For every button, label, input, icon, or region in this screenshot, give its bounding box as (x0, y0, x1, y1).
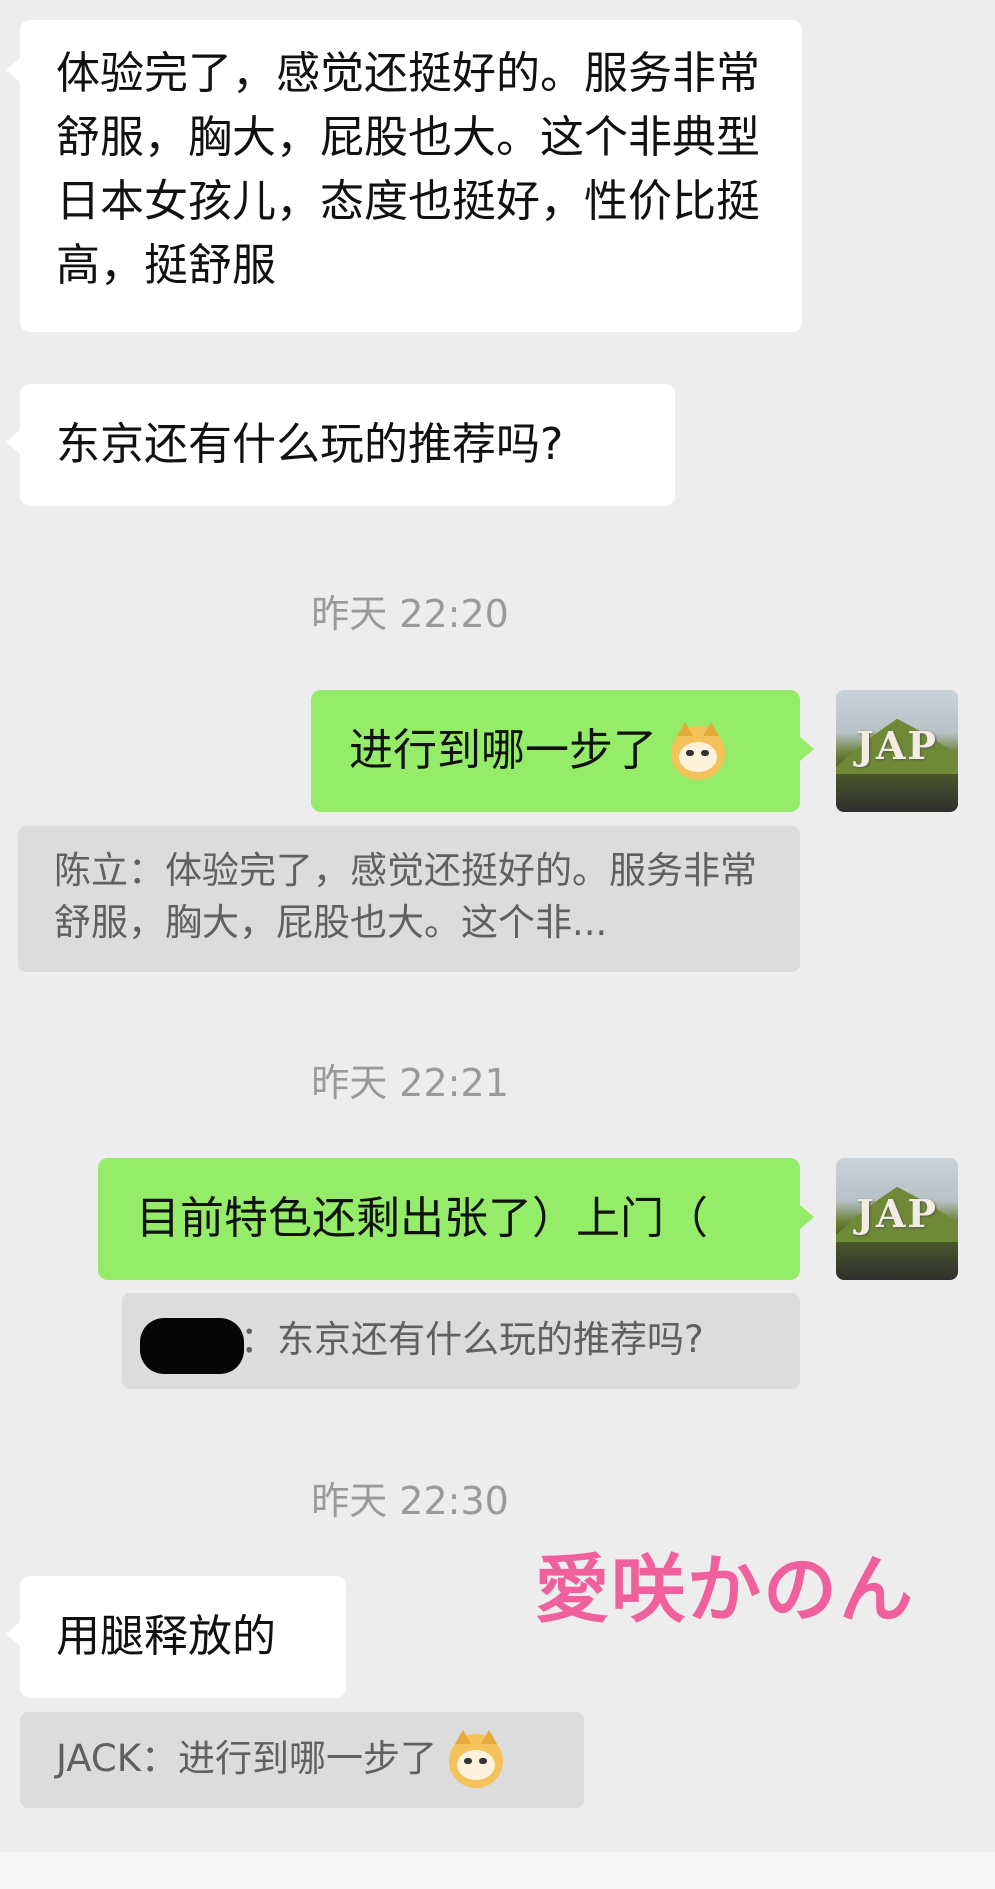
timestamp: 昨天 22:30 (311, 1479, 509, 1523)
incoming-message-bubble[interactable]: 东京还有什么玩的推荐吗? (20, 384, 675, 506)
message-text: 目前特色还剩出张了）上门（ (136, 1193, 708, 1244)
watermark-text: 愛咲かのん (535, 1547, 915, 1633)
quoted-message[interactable]: 陈立：体验完了，感觉还挺好的。服务非常舒服，胸大，屁股也大。这个非... (18, 826, 800, 972)
quoted-text: JACK：进行到哪一步了 (56, 1737, 438, 1780)
timestamp: 昨天 22:21 (311, 1061, 509, 1105)
bottom-divider (0, 1852, 995, 1889)
message-text: 东京还有什么玩的推荐吗? (56, 419, 564, 470)
message-text: 进行到哪一步了 (349, 725, 657, 776)
bubble-tail (6, 58, 20, 82)
doge-emoji-icon (448, 1729, 503, 1788)
outgoing-message-bubble[interactable]: 目前特色还剩出张了）上门（ (98, 1158, 800, 1280)
quoted-text: ：东京还有什么玩的推荐吗? (240, 1318, 704, 1361)
quoted-text: 陈立：体验完了，感觉还挺好的。服务非常舒服，胸大，屁股也大。这个非... (54, 849, 757, 944)
bubble-tail (6, 430, 20, 454)
avatar[interactable]: JAP (836, 690, 958, 812)
message-text: 体验完了，感觉还挺好的。服务非常舒服，胸大，屁股也大。这个非典型日本女孩儿，态度… (56, 48, 760, 291)
doge-emoji-icon (671, 722, 725, 780)
bubble-tail (800, 1205, 814, 1229)
incoming-message-bubble[interactable]: 用腿释放的 (20, 1576, 346, 1698)
message-text: 用腿释放的 (56, 1611, 276, 1662)
outgoing-message-bubble[interactable]: 进行到哪一步了 (311, 690, 800, 812)
quoted-message[interactable]: JACK：进行到哪一步了 (20, 1712, 584, 1808)
incoming-message-bubble[interactable]: 体验完了，感觉还挺好的。服务非常舒服，胸大，屁股也大。这个非典型日本女孩儿，态度… (20, 20, 802, 332)
bubble-tail (800, 737, 814, 761)
bubble-tail (6, 1622, 20, 1646)
redacted-name (140, 1318, 244, 1374)
avatar[interactable]: JAP (836, 1158, 958, 1280)
timestamp: 昨天 22:20 (311, 592, 509, 636)
